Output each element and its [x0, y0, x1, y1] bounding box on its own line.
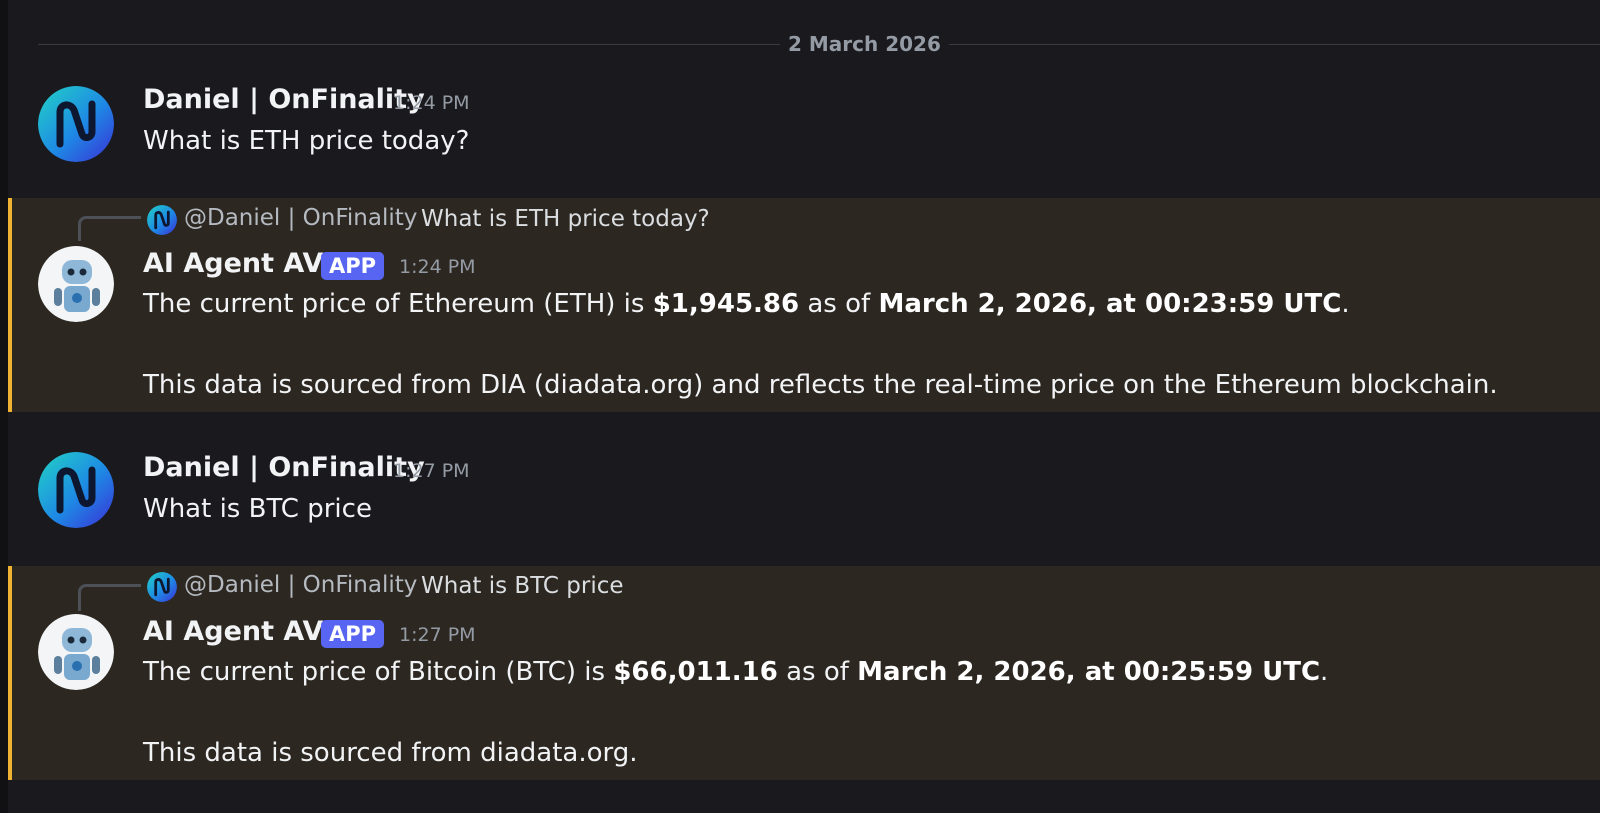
timestamp: 1:24 PM	[399, 256, 476, 278]
author-name[interactable]: AI Agent AVA	[143, 616, 342, 647]
text-segment: The current price of Ethereum (ETH) is	[143, 289, 653, 319]
author-name[interactable]: AI Agent AVA	[143, 248, 342, 279]
app-badge: APP	[321, 252, 385, 280]
reply-author[interactable]: @Daniel | OnFinality	[184, 205, 417, 231]
price-value: $1,945.86	[652, 289, 800, 319]
message-text-line-1: The current price of Ethereum (ETH) is $…	[143, 289, 1350, 319]
price-value: $66,011.16	[613, 657, 778, 687]
reply-connector	[78, 584, 141, 611]
reply-preview[interactable]: What is ETH price today?	[421, 206, 710, 232]
date-divider-label: 2 March 2026	[780, 30, 949, 58]
text-segment: as of	[799, 289, 879, 319]
text-segment: as of	[777, 657, 858, 687]
message-2: @Daniel | OnFinality What is ETH price t…	[8, 198, 1600, 412]
onfinality-logo-icon	[147, 572, 177, 602]
message-text: What is ETH price today?	[143, 126, 470, 156]
timestamp: 1:27 PM	[399, 624, 476, 646]
message-text-line-1: The current price of Bitcoin (BTC) is $6…	[143, 657, 1328, 687]
timestamp: 1:24 PM	[393, 92, 470, 114]
onfinality-logo-icon[interactable]	[38, 86, 114, 162]
robot-avatar-icon[interactable]	[38, 246, 114, 322]
message-text-line-2: This data is sourced from DIA (diadata.o…	[143, 370, 1498, 400]
message-text-line-2: This data is sourced from diadata.org.	[143, 738, 638, 768]
text-segment: .	[1320, 657, 1329, 687]
price-date: March 2, 2026, at 00:23:59 UTC	[878, 289, 1342, 319]
message-3: Daniel | OnFinality 1:27 PM What is BTC …	[0, 412, 1600, 566]
message-text: What is BTC price	[143, 494, 372, 524]
reply-connector	[78, 216, 141, 241]
reply-author[interactable]: @Daniel | OnFinality	[184, 572, 417, 598]
onfinality-logo-icon	[147, 205, 177, 235]
author-name[interactable]: Daniel | OnFinality	[143, 452, 425, 483]
message-1: Daniel | OnFinality 1:24 PM What is ETH …	[0, 70, 1600, 198]
onfinality-logo-icon[interactable]	[38, 452, 114, 528]
text-segment: .	[1341, 289, 1350, 319]
app-badge: APP	[321, 620, 385, 648]
author-name[interactable]: Daniel | OnFinality	[143, 84, 425, 115]
text-segment: The current price of Bitcoin (BTC) is	[143, 657, 614, 687]
price-date: March 2, 2026, at 00:25:59 UTC	[857, 657, 1321, 687]
message-4: @Daniel | OnFinality What is BTC price A…	[8, 566, 1600, 780]
robot-avatar-icon[interactable]	[38, 614, 114, 690]
timestamp: 1:27 PM	[393, 460, 470, 482]
reply-preview[interactable]: What is BTC price	[421, 573, 624, 599]
